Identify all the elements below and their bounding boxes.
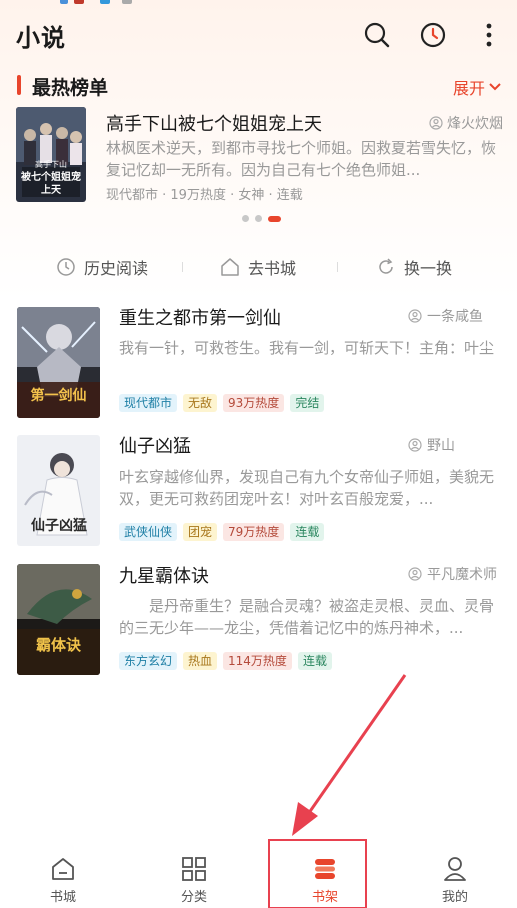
- tag[interactable]: 93万热度: [223, 394, 285, 412]
- carousel-dot[interactable]: [255, 215, 262, 222]
- author-icon: [408, 567, 422, 581]
- tag[interactable]: 无敌: [183, 394, 218, 412]
- book-author: 一条咸鱼: [408, 306, 483, 326]
- carousel-indicator: [242, 215, 281, 222]
- section-accent-bar: [17, 75, 21, 95]
- book-title[interactable]: 九星霸体诀: [119, 562, 209, 588]
- book-description: 我有一针，可救苍生。我有一剑，可斩天下！主角：叶尘: [119, 339, 495, 357]
- author-icon: [408, 438, 422, 452]
- book-cover[interactable]: 仙子凶猛: [17, 435, 100, 546]
- history-clock-icon[interactable]: [418, 20, 448, 50]
- annotation-highlight-box: [268, 839, 367, 908]
- carousel-dot[interactable]: [242, 215, 249, 222]
- hot-list-title: 最热榜单: [32, 77, 109, 99]
- book-description: 是丹帝重生？是融合灵魂？被盗走灵根、灵血、灵骨的三无少年——龙尘，凭借着记忆中的…: [119, 597, 495, 637]
- book-tags: 现代都市 无敌 93万热度 完结: [119, 394, 325, 412]
- history-reading-label: 历史阅读: [84, 259, 149, 278]
- go-bookstore-label: 去书城: [248, 259, 297, 278]
- tag[interactable]: 现代都市: [119, 394, 178, 412]
- app-title: 小说: [16, 24, 66, 52]
- book-cover[interactable]: 第一剑仙: [17, 307, 100, 418]
- tag[interactable]: 连载: [297, 652, 332, 670]
- expand-button[interactable]: 展开: [453, 75, 501, 99]
- cover-text: 仙子凶猛: [31, 518, 87, 534]
- hot-book-title[interactable]: 高手下山被七个姐姐宠上天: [106, 110, 322, 136]
- book-author: 野山: [408, 435, 455, 455]
- tag[interactable]: 114万热度: [223, 652, 292, 670]
- bottom-navigation: 书城 分类 书架 我的: [0, 848, 517, 908]
- home-icon: [221, 258, 239, 276]
- tag[interactable]: 79万热度: [223, 523, 285, 541]
- refresh-button[interactable]: 换一换: [376, 255, 452, 279]
- carousel-dot-active[interactable]: [268, 215, 281, 222]
- cover-text-top: 高手下山: [35, 160, 67, 169]
- hot-book-cover[interactable]: 高手下山 被七个姐姐宠上天: [16, 107, 86, 202]
- book-tags: 东方玄幻 热血 114万热度 连载: [119, 652, 332, 670]
- nav-label: 我的: [441, 890, 468, 905]
- status-bar-indicator: [100, 0, 110, 4]
- author-icon: [408, 309, 422, 323]
- cover-text: 第一剑仙: [30, 388, 87, 404]
- author-icon: [429, 116, 443, 130]
- history-reading-button[interactable]: 历史阅读: [56, 255, 148, 279]
- refresh-icon: [379, 258, 393, 274]
- status-bar-indicator: [122, 0, 132, 4]
- hot-book-description: 林枫医术逆天，到都市寻找七个师姐。因救夏若雪失忆，恢复记忆却一无所有。因为自己有…: [106, 139, 497, 179]
- bookstore-icon: [52, 858, 74, 880]
- tag[interactable]: 完结: [290, 394, 325, 412]
- divider: [337, 262, 338, 272]
- tag[interactable]: 武侠仙侠: [119, 523, 178, 541]
- status-bar-indicator: [60, 0, 68, 4]
- book-title[interactable]: 仙子凶猛: [119, 432, 191, 458]
- tag[interactable]: 连载: [290, 523, 325, 541]
- go-bookstore-button[interactable]: 去书城: [220, 255, 296, 279]
- chevron-down-icon: [489, 83, 501, 91]
- author-name: 平凡魔术师: [427, 567, 497, 583]
- tag[interactable]: 热血: [183, 652, 218, 670]
- nav-label: 书城: [49, 890, 76, 905]
- author-name: 野山: [427, 438, 455, 454]
- annotation-arrow: [292, 674, 407, 836]
- divider: [182, 262, 183, 272]
- author-name: 一条咸鱼: [427, 309, 483, 325]
- tag[interactable]: 团宠: [183, 523, 218, 541]
- book-author: 平凡魔术师: [408, 564, 497, 584]
- status-bar-indicator: [74, 0, 84, 4]
- book-title[interactable]: 重生之都市第一剑仙: [119, 304, 281, 330]
- nav-item-category[interactable]: 分类: [154, 856, 234, 905]
- hot-book-meta: 现代都市 · 19万热度 · 女神 · 连载: [106, 188, 303, 203]
- author-name: 烽火炊烟: [447, 116, 503, 132]
- hot-book-author: 烽火炊烟: [429, 113, 503, 133]
- book-cover[interactable]: 霸体诀: [17, 564, 100, 675]
- cover-text: 霸体诀: [35, 636, 81, 654]
- profile-icon: [444, 857, 466, 881]
- cover-text-main: 被七个姐姐宠上天: [21, 172, 81, 196]
- refresh-label: 换一换: [404, 259, 453, 278]
- clock-icon: [57, 258, 75, 276]
- book-tags: 武侠仙侠 团宠 79万热度 连载: [119, 523, 325, 541]
- search-icon[interactable]: [362, 20, 392, 50]
- category-grid-icon: [182, 857, 206, 881]
- nav-item-bookstore[interactable]: 书城: [23, 856, 103, 905]
- nav-label: 分类: [180, 890, 207, 905]
- tag[interactable]: 东方玄幻: [119, 652, 178, 670]
- book-description: 叶玄穿越修仙界，发现自己有九个女帝仙子师姐，美貌无双，更无可救药团宠叶玄！对叶玄…: [119, 468, 495, 508]
- more-vertical-icon[interactable]: [474, 20, 504, 50]
- expand-label: 展开: [452, 79, 485, 98]
- nav-item-profile[interactable]: 我的: [415, 856, 495, 905]
